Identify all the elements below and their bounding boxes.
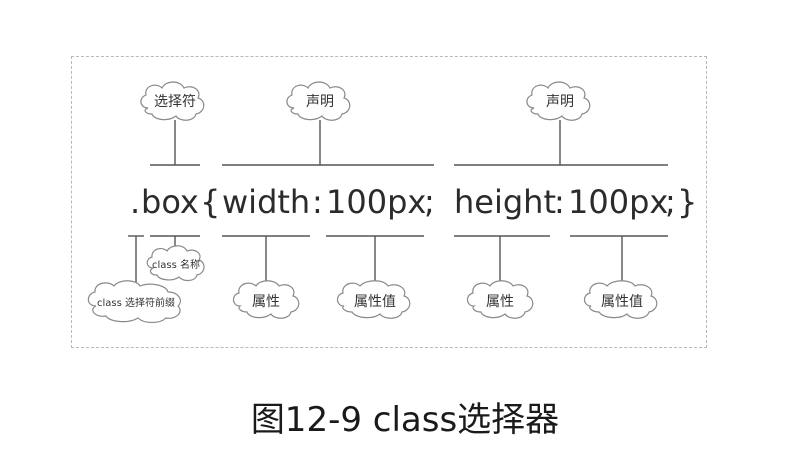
- code-semicolon-1: ;: [424, 183, 435, 221]
- declaration-label-1: 声明: [306, 94, 334, 110]
- cloud-selector: 选择符: [140, 81, 205, 121]
- code-value-1: 100px: [326, 183, 426, 221]
- top-connectors: [150, 120, 668, 166]
- cloud-property-2: 属性: [466, 280, 534, 319]
- bottom-connectors: [128, 235, 668, 290]
- cloud-declaration-1: 声明: [286, 81, 351, 121]
- cloud-value-2: 属性值: [583, 280, 658, 319]
- figure: 选择符 声明 声明 . box { width : 100px ; height…: [0, 0, 810, 466]
- class-name-label: class 名称: [152, 258, 200, 271]
- code-close-brace: }: [677, 183, 697, 221]
- cloud-value-1: 属性值: [336, 280, 411, 319]
- cloud-property-1: 属性: [232, 280, 300, 319]
- code-open-brace: {: [200, 183, 220, 221]
- code-semicolon-2: ;: [665, 183, 676, 221]
- code-value-2: 100px: [568, 183, 668, 221]
- class-prefix-label: class 选择符前缀: [97, 296, 175, 309]
- value-label-2: 属性值: [601, 294, 643, 310]
- property-label-2: 属性: [486, 294, 514, 310]
- cloud-class-prefix: class 选择符前缀: [87, 280, 181, 324]
- value-label-1: 属性值: [354, 294, 396, 310]
- cloud-class-name: class 名称: [146, 245, 205, 282]
- code-colon-1: :: [312, 183, 323, 221]
- code-property-1: width: [222, 183, 310, 221]
- code-property-2: height: [454, 183, 556, 221]
- code-dot: .: [130, 183, 140, 221]
- selector-label: 选择符: [154, 94, 196, 110]
- code-line: . box { width : 100px ; height : 100px ;…: [130, 183, 697, 221]
- figure-caption: 图12-9 class选择器: [250, 400, 560, 440]
- cloud-declaration-2: 声明: [526, 81, 591, 121]
- property-label-1: 属性: [252, 294, 280, 310]
- declaration-label-2: 声明: [546, 94, 574, 110]
- code-selector: box: [141, 183, 199, 221]
- code-colon-2: :: [554, 183, 565, 221]
